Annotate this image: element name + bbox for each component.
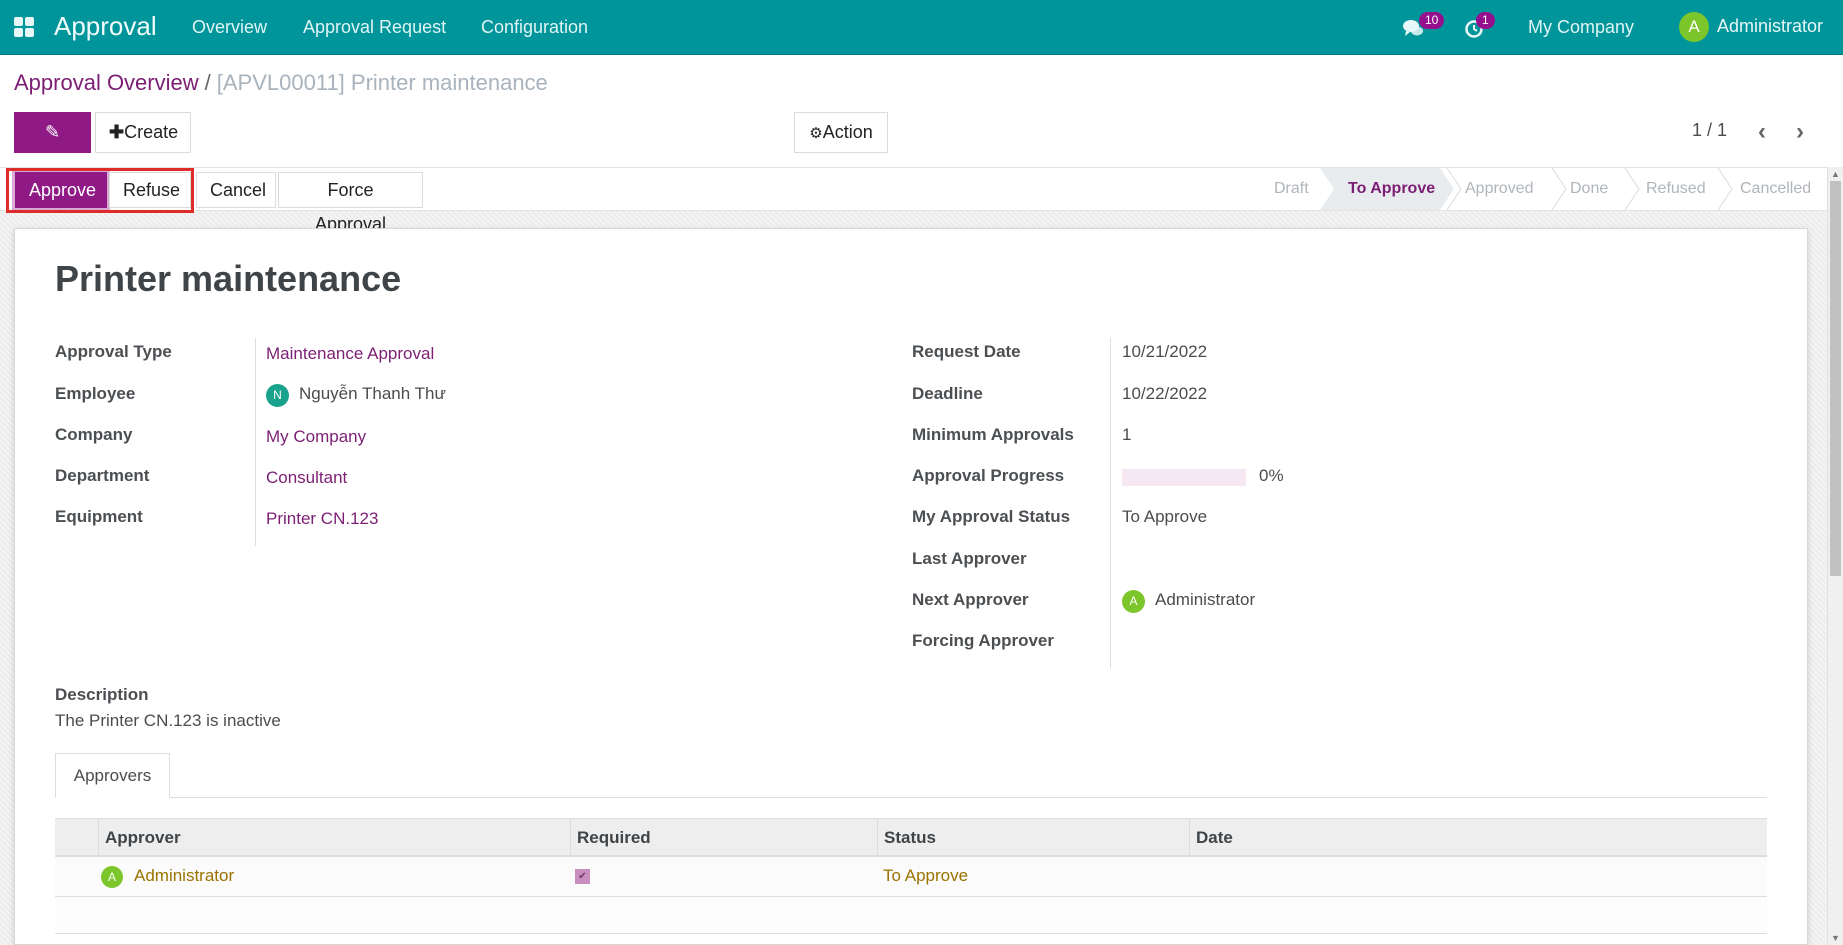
- menu-approval-request[interactable]: Approval Request: [303, 17, 446, 38]
- label-equipment: Equipment: [55, 507, 143, 526]
- value-next-approver[interactable]: Administrator: [1155, 590, 1255, 610]
- scroll-down-icon[interactable]: ▼: [1831, 933, 1840, 943]
- value-minimum-approvals: 1: [1122, 425, 1132, 444]
- cancel-button[interactable]: Cancel: [196, 172, 276, 208]
- label-department: Department: [55, 466, 150, 485]
- value-deadline: 10/22/2022: [1122, 384, 1208, 403]
- label-next-approver: Next Approver: [912, 590, 1029, 609]
- activities-button[interactable]: 1: [1464, 12, 1504, 42]
- refuse-button[interactable]: Refuse: [109, 172, 191, 208]
- stage-done[interactable]: Done: [1570, 168, 1608, 210]
- status-bar: Approve Refuse Cancel Force Approval Dra…: [0, 167, 1827, 234]
- approve-button[interactable]: Approve: [15, 172, 107, 208]
- stage-approved[interactable]: Approved: [1465, 168, 1534, 210]
- stage-to-approve[interactable]: To Approve: [1348, 168, 1435, 210]
- value-approval-progress: 0%: [1259, 466, 1284, 485]
- table-empty-row: [55, 897, 1767, 934]
- approver-avatar: A: [101, 866, 123, 888]
- stage-divider: [1717, 168, 1733, 210]
- stage-draft[interactable]: Draft: [1274, 168, 1309, 210]
- cell-approver: Administrator: [134, 866, 235, 885]
- label-company: Company: [55, 425, 133, 444]
- cell-status: To Approve: [883, 866, 969, 885]
- plus-icon: ✚: [109, 122, 125, 142]
- vertical-scrollbar[interactable]: ▲ ▼: [1827, 167, 1843, 945]
- approval-progress-bar: [1122, 469, 1246, 486]
- label-approval-progress: Approval Progress: [912, 466, 1065, 485]
- description-text: The Printer CN.123 is inactive: [55, 711, 281, 730]
- edit-button[interactable]: ✎ Edit: [14, 112, 91, 181]
- user-name: Administrator: [1717, 16, 1824, 36]
- value-equipment[interactable]: Printer CN.123: [266, 509, 378, 529]
- action-label: Action: [822, 122, 873, 142]
- create-label: Create: [124, 122, 179, 142]
- label-last-approver: Last Approver: [912, 549, 1027, 568]
- pencil-icon: ✎: [44, 122, 61, 142]
- label-my-approval-status: My Approval Status: [912, 507, 1071, 526]
- table-row[interactable]: A Administrator ✔ To Approve: [55, 857, 1767, 897]
- label-minimum-approvals: Minimum Approvals: [912, 425, 1074, 444]
- tab-approvers[interactable]: Approvers: [55, 753, 170, 798]
- breadcrumb-current: [APVL00011] Printer maintenance: [216, 70, 548, 95]
- required-checkbox[interactable]: ✔: [575, 869, 590, 884]
- employee-avatar: N: [266, 384, 289, 407]
- value-company[interactable]: My Company: [266, 427, 366, 447]
- breadcrumb-separator: /: [204, 70, 211, 95]
- pager-next-icon[interactable]: ›: [1796, 118, 1804, 146]
- column-approver[interactable]: Approver: [98, 819, 570, 856]
- label-deadline: Deadline: [912, 384, 983, 403]
- value-my-approval-status: To Approve: [1122, 507, 1208, 526]
- menu-configuration[interactable]: Configuration: [481, 17, 588, 38]
- messages-badge: 10: [1419, 12, 1445, 29]
- tabs-divider: [55, 797, 1767, 798]
- messages-button[interactable]: 10: [1402, 12, 1452, 42]
- app-title[interactable]: Approval: [54, 11, 157, 42]
- pager-previous-icon[interactable]: ‹: [1758, 118, 1766, 146]
- stage-divider: [1551, 168, 1567, 210]
- next-approver-avatar: A: [1122, 590, 1145, 613]
- menu-overview[interactable]: Overview: [192, 17, 267, 38]
- value-employee[interactable]: Nguyễn Thanh Thư: [299, 384, 446, 404]
- breadcrumb: Approval Overview / [APVL00011] Printer ma…: [14, 70, 548, 96]
- action-button[interactable]: ⚙Action: [794, 112, 888, 153]
- create-button[interactable]: ✚Create: [95, 112, 191, 153]
- right-group-divider: [1110, 338, 1111, 668]
- scroll-up-icon[interactable]: ▲: [1831, 169, 1840, 179]
- stage-cancelled[interactable]: Cancelled: [1740, 168, 1811, 210]
- value-request-date: 10/21/2022: [1122, 342, 1208, 361]
- gear-icon: ⚙: [809, 125, 823, 142]
- top-navbar: Approval Overview Approval Request Confi…: [0, 0, 1843, 55]
- company-switcher[interactable]: My Company: [1528, 17, 1634, 38]
- column-status[interactable]: Status: [877, 819, 1189, 856]
- label-employee: Employee: [55, 384, 136, 403]
- stage-divider: [1624, 168, 1640, 210]
- stage-refused[interactable]: Refused: [1646, 168, 1706, 210]
- left-group-divider: [255, 338, 256, 546]
- label-request-date: Request Date: [912, 342, 1021, 361]
- value-department[interactable]: Consultant: [266, 468, 347, 488]
- approvers-table-header: Approver Required Status Date: [55, 818, 1767, 857]
- scrollbar-thumb[interactable]: [1830, 181, 1841, 576]
- label-forcing-approver: Forcing Approver: [912, 631, 1054, 650]
- record-title: Printer maintenance: [55, 258, 402, 299]
- column-date[interactable]: Date: [1189, 819, 1767, 856]
- description-label: Description: [55, 685, 149, 704]
- activities-badge: 1: [1476, 12, 1495, 29]
- value-approval-type[interactable]: Maintenance Approval: [266, 344, 434, 364]
- pager-value[interactable]: 1 / 1: [1692, 120, 1727, 141]
- label-approval-type: Approval Type: [55, 342, 172, 361]
- column-required[interactable]: Required: [570, 819, 877, 856]
- breadcrumb-parent[interactable]: Approval Overview: [14, 70, 199, 95]
- apps-menu-icon[interactable]: [14, 17, 34, 37]
- force-approval-button[interactable]: Force Approval: [278, 172, 423, 234]
- user-avatar: A: [1679, 12, 1709, 42]
